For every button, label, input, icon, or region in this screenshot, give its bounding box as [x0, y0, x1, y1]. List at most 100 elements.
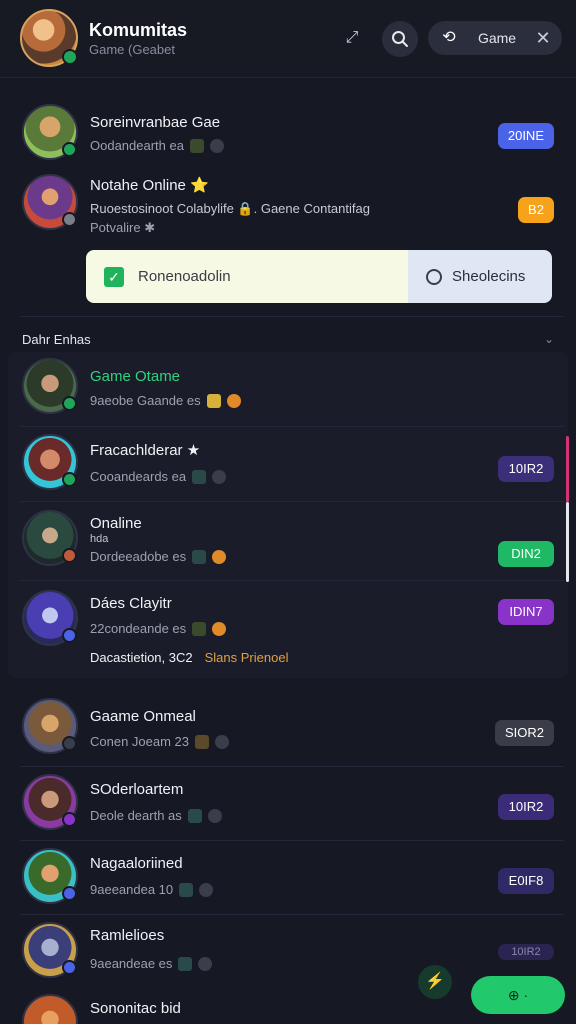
create-label: ⊕ ·: [507, 986, 529, 1003]
item-name: Notahe Online ⭐: [90, 177, 209, 194]
item-name: SOderloartem: [90, 781, 184, 798]
status-icon: [62, 212, 77, 227]
item-sub-text: 9aeeandea 10: [90, 882, 174, 897]
game-icon: [192, 621, 207, 636]
divider: [20, 766, 564, 767]
list-item[interactable]: Nagaaloriined 9aeeandea 10 E0IF8: [0, 848, 576, 908]
item-sub2: Potvalire ✱: [90, 220, 156, 235]
item-sub: Deole dearth as: [90, 808, 222, 823]
divider: [20, 840, 564, 841]
list-item[interactable]: SOderloartem Deole dearth as 10IR2: [0, 774, 576, 834]
list-item[interactable]: Notahe Online ⭐ Ruoestosinoot Colabylife…: [0, 174, 576, 238]
schedule-label: Sheolecins: [452, 268, 526, 285]
item-name: Onaline: [90, 515, 142, 532]
link-icon[interactable]: ⤢: [340, 26, 364, 50]
online-status-icon: [62, 142, 77, 157]
status-badge: E0IF8: [498, 868, 554, 894]
item-name: Dáes Clayitr: [90, 595, 172, 612]
recommend-label: Ronenoadolin: [138, 268, 231, 285]
search-button[interactable]: [382, 21, 418, 57]
item-name: Fracachlderar ★: [90, 442, 201, 459]
item-name: Ramlelioes: [90, 927, 165, 944]
status-icon: [62, 628, 77, 643]
status-icon: [62, 736, 77, 751]
game-icon: [192, 549, 207, 564]
action-bar: ✓ Ronenoadolin Sheolecins: [86, 250, 552, 303]
divider: [20, 426, 564, 427]
avatar: [22, 174, 78, 230]
page-title: Komumitas: [89, 20, 188, 40]
item-name: Sononitac bid: [90, 1000, 181, 1017]
item-sub-text: Dordeeadobe es: [90, 549, 187, 564]
status-icon: [209, 138, 224, 153]
list-item[interactable]: Soreinvranbae Gae Oodandearth ea 20INE: [0, 104, 576, 164]
item-sub-text: 9aeandeae es: [90, 956, 173, 971]
page-subtitle: Game (Geabet: [89, 42, 175, 57]
status-icon: [62, 548, 77, 563]
avatar: [22, 434, 78, 490]
status-badge: 20INE: [497, 123, 554, 149]
divider: [20, 914, 564, 915]
avatar: [22, 510, 78, 566]
status-badge: DIN2: [498, 541, 554, 567]
list-item[interactable]: Dáes Clayitr 22condeande es Dacastietion…: [0, 590, 576, 670]
online-status-icon: [62, 396, 77, 411]
divider: [20, 316, 564, 317]
status-icon: [207, 808, 222, 823]
item-sub-text: Deole dearth as: [90, 808, 182, 823]
avatar: [22, 104, 78, 160]
search-icon: [392, 31, 408, 47]
game-icon: [189, 138, 204, 153]
list-item[interactable]: Ramlelioes 9aeandeae es 10IR2: [0, 922, 576, 982]
list-item[interactable]: Fracachlderar ★ Cooandeards ea 10IR2: [0, 434, 576, 494]
online-status-icon: [62, 49, 78, 65]
status-badge: IDIN7: [498, 599, 554, 625]
close-icon[interactable]: ✕: [534, 29, 552, 47]
item-sub: Oodandearth ea: [90, 138, 224, 153]
item-sub-text: 22condeande es: [90, 621, 187, 636]
schedule-button[interactable]: Sheolecins: [408, 250, 552, 303]
item-sub3: Dacastietion, 3C2 Slans Prienoel: [90, 650, 288, 665]
tag-label: Slans Prienoel: [204, 650, 289, 665]
avatar: [22, 590, 78, 646]
item-name: Gaame Onmeal: [90, 708, 196, 725]
game-filter-chip[interactable]: ⟲ Game ✕: [428, 21, 562, 55]
game-icon: [195, 734, 210, 749]
item-sub-text: Conen Joeam 23: [90, 734, 190, 749]
avatar: [22, 698, 78, 754]
item-sub-text: Oodandearth ea: [90, 138, 184, 153]
status-badge: 10IR2: [498, 944, 554, 960]
avatar: [22, 358, 78, 414]
item-sub3-text: Dacastietion, 3C2: [90, 650, 193, 665]
check-icon: ✓: [104, 266, 124, 287]
game-icon: ⟲: [442, 29, 456, 46]
status-badge: 10IR2: [498, 456, 554, 482]
recommend-button[interactable]: ✓ Ronenoadolin: [86, 250, 408, 303]
bolt-icon: ⚡: [425, 973, 445, 990]
item-name: Game Otame: [90, 368, 181, 385]
status-icon: [62, 886, 77, 901]
avatar: [22, 848, 78, 904]
chevron-down-icon[interactable]: ⌄: [544, 332, 554, 346]
item-sub-text: 9aeobe Gaande es: [90, 393, 201, 408]
item-name: Nagaaloriined: [90, 855, 183, 872]
list-item[interactable]: Gaame Onmeal Conen Joeam 23 SIOR2: [0, 698, 576, 758]
list-item[interactable]: Onaline hda Dordeeadobe es DIN2: [0, 510, 576, 572]
status-badge: 10IR2: [498, 794, 554, 820]
status-icon: [212, 549, 227, 564]
status-icon: [226, 393, 241, 408]
item-sub: 9aeobe Gaande es: [90, 393, 241, 408]
item-sub-text: Cooandeards ea: [90, 469, 187, 484]
item-name: Soreinvranbae Gae: [90, 114, 221, 131]
boost-button[interactable]: ⚡: [418, 965, 452, 999]
game-icon: [187, 808, 202, 823]
avatar: [22, 994, 78, 1024]
avatar: [22, 774, 78, 830]
status-badge: SIOR2: [494, 720, 554, 746]
create-button[interactable]: ⊕ ·: [471, 976, 565, 1014]
game-filter-label: Game: [477, 30, 517, 46]
community-avatar[interactable]: [20, 9, 78, 67]
item-sub: Dordeeadobe es: [90, 549, 227, 564]
item-sub: Conen Joeam 23: [90, 734, 230, 749]
list-item[interactable]: Game Otame 9aeobe Gaande es: [0, 358, 576, 418]
